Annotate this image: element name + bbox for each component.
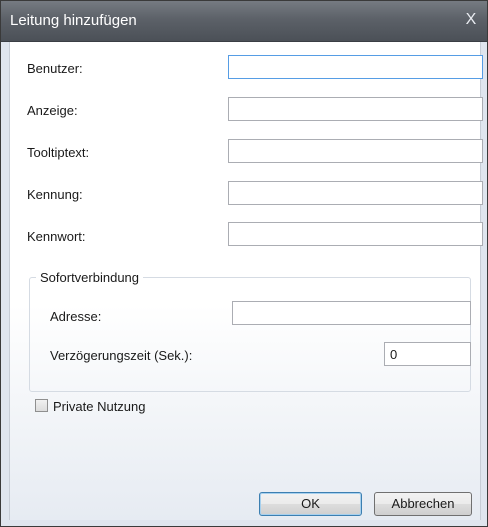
display-input[interactable] (228, 97, 483, 121)
private-use-checkbox[interactable] (35, 399, 48, 412)
title-bar[interactable]: Leitung hinzufügen X (1, 1, 487, 42)
instant-connection-group (29, 277, 471, 392)
instant-connection-legend: Sofortverbindung (36, 270, 144, 285)
cancel-button[interactable]: Abbrechen (374, 492, 472, 516)
tooltip-text-label: Tooltiptext: (27, 145, 90, 160)
close-icon[interactable]: X (461, 10, 481, 30)
identifier-label: Kennung: (27, 187, 83, 202)
delay-label: Verzögerungszeit (Sek.): (50, 348, 193, 363)
address-label: Adresse: (50, 309, 102, 324)
dialog-title: Leitung hinzufügen (10, 12, 137, 29)
private-use-label: Private Nutzung (53, 399, 146, 414)
password-input[interactable] (228, 222, 483, 246)
user-label: Benutzer: (27, 61, 83, 76)
ok-button[interactable]: OK (259, 492, 362, 516)
password-label: Kennwort: (27, 229, 86, 244)
identifier-input[interactable] (228, 181, 483, 205)
dialog-body: Benutzer: Anzeige: Tooltiptext: Kennung:… (9, 42, 483, 520)
tooltip-text-input[interactable] (228, 139, 483, 163)
address-input[interactable] (232, 301, 471, 325)
delay-input[interactable] (384, 342, 471, 366)
add-line-dialog: Leitung hinzufügen X Benutzer: Anzeige: … (0, 0, 488, 527)
display-label: Anzeige: (27, 103, 78, 118)
user-input[interactable] (228, 55, 483, 79)
